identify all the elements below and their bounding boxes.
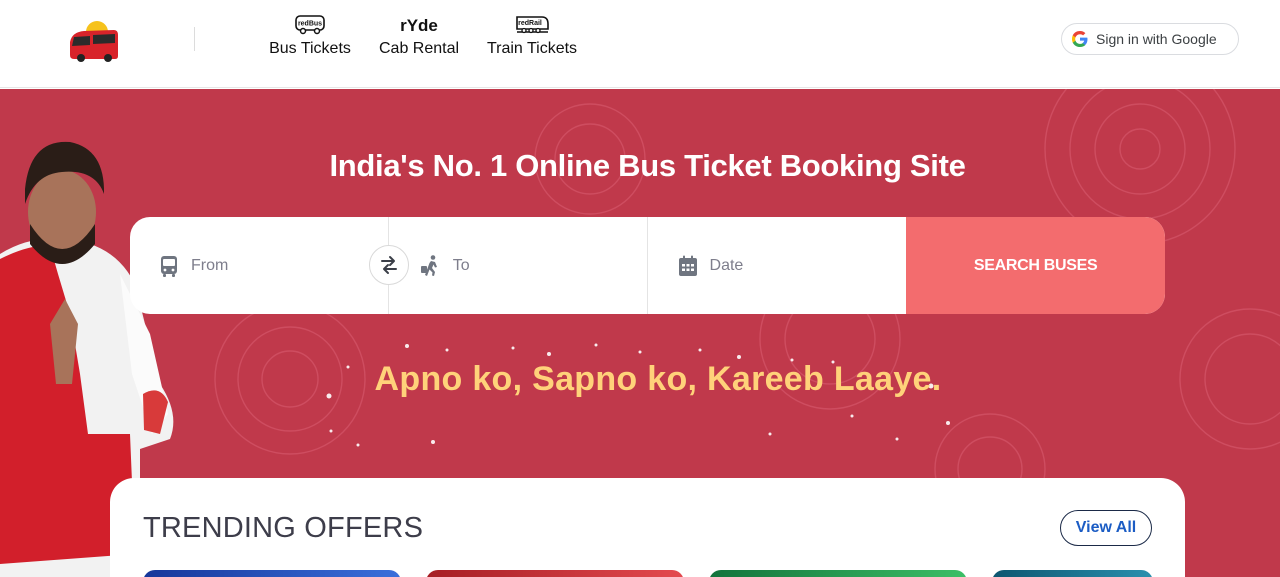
search-buses-button[interactable]: SEARCH BUSES (906, 217, 1165, 314)
bus-icon (161, 255, 177, 277)
nav-bus-tickets[interactable]: redBus Bus Tickets (268, 14, 352, 58)
svg-text:redRail: redRail (518, 20, 542, 27)
svg-text:redBus: redBus (298, 21, 322, 28)
date-placeholder: Date (709, 256, 744, 274)
search-buses-label: SEARCH BUSES (973, 256, 1098, 274)
date-input[interactable]: Date (648, 217, 907, 314)
nav-cab-rental-label: Cab Rental (378, 40, 460, 57)
ryde-logo-icon: rYde (399, 14, 439, 36)
bus-outline-icon: redBus (294, 14, 326, 36)
hero-tagline: Apno ko, Sapno ko, Kareeb Laaye. (374, 360, 942, 398)
to-placeholder: To (452, 256, 470, 274)
train-outline-icon: redRail (514, 14, 550, 36)
redbus-logo[interactable] (66, 18, 122, 62)
trending-offers-title: TRENDING OFFERS (143, 512, 424, 544)
from-placeholder: From (191, 256, 229, 274)
offer-card[interactable] (143, 570, 401, 577)
traveller-icon (420, 254, 437, 276)
svg-text:rYde: rYde (400, 16, 438, 35)
nav-bus-tickets-label: Bus Tickets (269, 40, 351, 57)
top-header: redBus Bus Tickets rYde Cab Rental redRa… (0, 0, 1280, 88)
google-g-icon (1072, 31, 1088, 47)
nav-train-tickets[interactable]: redRail Train Tickets (486, 14, 578, 58)
offer-card[interactable] (992, 570, 1153, 577)
bus-search-form: From To Date SEARCH BUSES (130, 217, 1165, 314)
hero-title: India's No. 1 Online Bus Ticket Booking … (329, 148, 966, 183)
swap-locations-button[interactable] (369, 245, 409, 285)
google-signin-button[interactable]: Sign in with Google (1061, 23, 1239, 55)
offer-card[interactable] (709, 570, 967, 577)
nav-cab-rental[interactable]: rYde Cab Rental (378, 14, 460, 58)
swap-arrows-icon (381, 256, 397, 274)
google-signin-label: Sign in with Google (1096, 31, 1217, 47)
trending-offers-section: TRENDING OFFERS View All (110, 478, 1185, 577)
nav-train-tickets-label: Train Tickets (486, 40, 578, 57)
view-all-label: View All (1075, 519, 1137, 536)
header-divider (194, 27, 195, 51)
from-input[interactable]: From (130, 217, 389, 314)
offer-card[interactable] (426, 570, 684, 577)
to-input[interactable]: To (389, 217, 648, 314)
view-all-button[interactable]: View All (1060, 510, 1152, 546)
calendar-icon (678, 255, 697, 276)
